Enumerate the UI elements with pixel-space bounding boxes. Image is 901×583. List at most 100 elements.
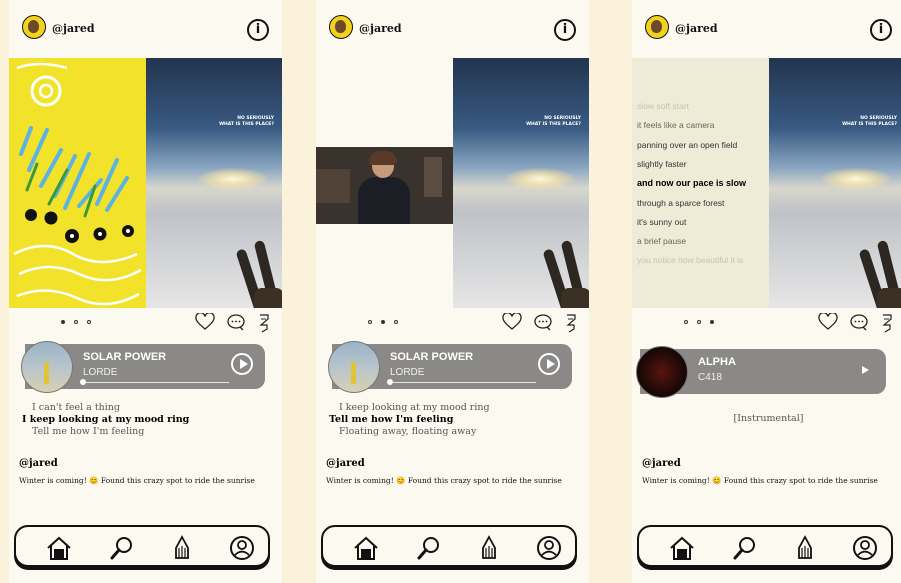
play-button[interactable] <box>538 353 560 375</box>
heart-icon[interactable] <box>818 313 838 331</box>
post-author[interactable]: @jared <box>326 458 365 469</box>
glove <box>877 288 901 308</box>
glove <box>561 288 589 308</box>
pencil-icon[interactable] <box>880 313 894 333</box>
progress-knob[interactable] <box>387 379 393 385</box>
lyric-next: Tell me how I'm feeling <box>32 426 145 437</box>
home-icon[interactable] <box>46 535 72 561</box>
snow-photo: NO SERIOUSLY WHAT IS THIS PLACE? <box>146 58 282 308</box>
photo-caption-line-2: WHAT IS THIS PLACE? <box>526 122 581 127</box>
carousel-dot[interactable] <box>368 320 372 324</box>
username[interactable]: @jared <box>359 22 402 35</box>
photo-caption: NO SERIOUSLY WHAT IS THIS PLACE? <box>481 116 581 128</box>
phone-screen-1: @jared i NO SERIOUSLY WHAT IS THIS PLACE… <box>9 0 282 583</box>
lyric-previous: I can't feel a thing <box>32 402 121 413</box>
panel-lyric-line: through a sparce forest <box>637 198 725 208</box>
post-body: @jared Winter is coming! 😊 Found this cr… <box>316 450 589 520</box>
media-carousel[interactable]: NO SERIOUSLY WHAT IS THIS PLACE? <box>9 58 282 308</box>
panel-lyric-line: slow soft start <box>637 101 689 111</box>
album-art <box>21 341 73 393</box>
heart-icon[interactable] <box>195 313 215 331</box>
profile-icon[interactable] <box>536 535 562 561</box>
carousel-dot[interactable] <box>87 320 91 324</box>
panel-lyric-line: panning over an open field <box>637 140 738 150</box>
avatar[interactable] <box>329 15 353 39</box>
sunrise <box>821 168 891 190</box>
carousel-dot[interactable] <box>74 320 78 324</box>
pen-nib-icon[interactable] <box>169 535 195 561</box>
post-author[interactable]: @jared <box>19 458 58 469</box>
lyrics-panel: slow soft start it feels like a camera p… <box>632 58 769 308</box>
bottom-nav <box>637 525 893 567</box>
lyric-next: Floating away, floating away <box>339 426 477 437</box>
play-button[interactable] <box>231 353 253 375</box>
album-art <box>328 341 380 393</box>
search-icon[interactable] <box>109 535 135 561</box>
doodle-drawing <box>13 62 142 306</box>
pencil-icon[interactable] <box>257 313 271 333</box>
post-caption: Winter is coming! 😊 Found this crazy spo… <box>642 476 878 485</box>
phone-screen-2: @jared i NO SERIOUSLY WHAT IS THIS PLACE… <box>316 0 589 583</box>
play-button[interactable] <box>862 366 869 374</box>
media-carousel[interactable]: slow soft start it feels like a camera p… <box>632 58 901 308</box>
comment-icon[interactable] <box>226 313 246 331</box>
home-icon[interactable] <box>669 535 695 561</box>
comment-icon[interactable] <box>849 313 869 331</box>
home-icon[interactable] <box>353 535 379 561</box>
phone-screen-3: @jared i slow soft start it feels like a… <box>632 0 901 583</box>
progress-bar[interactable] <box>82 382 229 383</box>
pencil-icon[interactable] <box>564 313 578 333</box>
background-lamp <box>424 157 442 197</box>
pen-nib-icon[interactable] <box>476 535 502 561</box>
post-body: @jared Winter is coming! 😊 Found this cr… <box>632 450 901 520</box>
profile-icon[interactable] <box>229 535 255 561</box>
pen-nib-icon[interactable] <box>792 535 818 561</box>
username[interactable]: @jared <box>52 22 95 35</box>
progress-knob[interactable] <box>80 379 86 385</box>
search-icon[interactable] <box>416 535 442 561</box>
carousel-dot[interactable] <box>61 320 65 324</box>
carousel-dot[interactable] <box>394 320 398 324</box>
snow-photo: NO SERIOUSLY WHAT IS THIS PLACE? <box>769 58 901 308</box>
sunrise <box>198 168 268 190</box>
carousel-dot[interactable] <box>710 320 714 324</box>
lyric-current: Tell me how I'm feeling <box>329 414 454 425</box>
photo-caption: NO SERIOUSLY WHAT IS THIS PLACE? <box>174 116 274 128</box>
track-title: SOLAR POWER <box>83 351 167 363</box>
info-button[interactable]: i <box>247 19 269 41</box>
doodle-panel <box>9 58 146 308</box>
profile-icon[interactable] <box>852 535 878 561</box>
track-title: ALPHA <box>698 356 736 368</box>
webcam-video[interactable] <box>316 147 453 224</box>
bottom-nav <box>321 525 577 567</box>
info-button[interactable]: i <box>870 19 892 41</box>
username[interactable]: @jared <box>675 22 718 35</box>
music-player[interactable]: SOLAR POWER LORDE <box>328 341 572 393</box>
post-header: @jared i <box>316 0 589 58</box>
progress-bar[interactable] <box>389 382 536 383</box>
music-player[interactable]: ALPHA C418 <box>636 346 886 398</box>
bottom-nav <box>14 525 270 567</box>
comment-icon[interactable] <box>533 313 553 331</box>
photo-caption-line-2: WHAT IS THIS PLACE? <box>842 122 897 127</box>
track-artist: C418 <box>698 372 722 383</box>
post-header: @jared i <box>632 0 901 58</box>
panel-lyric-active: and now our pace is slow <box>637 178 747 188</box>
carousel-dot[interactable] <box>697 320 701 324</box>
sunrise <box>505 168 575 190</box>
track-artist: LORDE <box>390 367 425 378</box>
panel-lyric-line: it feels like a camera <box>637 120 715 130</box>
info-button[interactable]: i <box>554 19 576 41</box>
carousel-dot[interactable] <box>684 320 688 324</box>
carousel-dot[interactable] <box>381 320 385 324</box>
post-body: @jared Winter is coming! 😊 Found this cr… <box>9 450 282 520</box>
person-hair <box>369 151 397 165</box>
music-player[interactable]: SOLAR POWER LORDE <box>21 341 265 393</box>
post-author[interactable]: @jared <box>642 458 681 469</box>
lyric-previous: I keep looking at my mood ring <box>339 402 490 413</box>
search-icon[interactable] <box>732 535 758 561</box>
avatar[interactable] <box>22 15 46 39</box>
heart-icon[interactable] <box>502 313 522 331</box>
media-carousel[interactable]: NO SERIOUSLY WHAT IS THIS PLACE? <box>316 58 589 308</box>
avatar[interactable] <box>645 15 669 39</box>
